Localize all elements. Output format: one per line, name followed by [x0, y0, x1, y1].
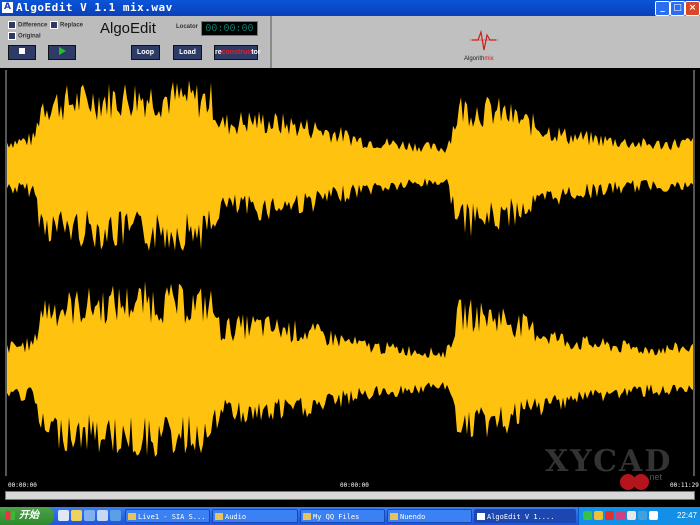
difference-checkbox[interactable]: Difference	[8, 21, 47, 29]
tray-icon[interactable]	[583, 511, 592, 520]
maximize-button[interactable]: □	[670, 1, 685, 16]
checkbox-box[interactable]	[8, 32, 16, 40]
locator-label: Locator	[176, 24, 199, 30]
play-button[interactable]	[48, 45, 76, 60]
checkbox-box[interactable]	[8, 21, 16, 29]
checkbox-label: Difference	[18, 22, 48, 29]
logo-waveform-icon	[470, 29, 498, 51]
logo-text-prefix: Algorith	[464, 56, 485, 62]
task-icon	[477, 513, 485, 520]
folder-icon	[303, 513, 311, 520]
logo-text-highlight: mix	[484, 56, 494, 62]
task-icon	[390, 513, 398, 520]
tray-icon[interactable]	[638, 511, 647, 520]
checkbox-label: Replace	[60, 22, 84, 29]
clock: 22:47	[676, 511, 697, 520]
quick-launch-app-icon[interactable]	[110, 510, 121, 521]
tray-icon[interactable]	[594, 511, 603, 520]
quick-launch-ie-icon[interactable]	[58, 510, 69, 521]
timeline-start: 00:00:00	[8, 482, 37, 489]
reconstructor-button[interactable]: reconstructor	[214, 45, 261, 60]
reconstructor-prefix: re	[215, 49, 222, 56]
timeline-end: 00:11:29	[670, 482, 699, 489]
minimize-button[interactable]: _	[655, 1, 670, 16]
tray-icon[interactable]	[627, 511, 636, 520]
replace-checkbox[interactable]: Replace	[50, 21, 83, 29]
loop-button[interactable]: Loop	[131, 45, 160, 60]
task-icon	[128, 513, 136, 520]
reconstructor-highlight: construc	[221, 49, 252, 56]
transport-section: Difference Replace Original AlgoEdit Loc…	[0, 16, 272, 68]
taskbar: 开始 Live1 - SIA S... Audio My QQ Files Nu…	[0, 507, 700, 525]
start-label: 开始	[19, 510, 39, 521]
watermark-dot	[633, 474, 649, 490]
windows-flag-icon	[6, 510, 15, 520]
stop-icon	[19, 48, 25, 55]
reconstructor-suffix: tor	[251, 49, 261, 56]
original-checkbox[interactable]: Original	[8, 32, 41, 40]
system-tray: 22:47	[578, 507, 700, 525]
taskbar-item[interactable]: Audio	[212, 509, 298, 523]
task-label: Nuendo	[400, 513, 426, 521]
taskbar-item[interactable]: Live1 - SIA S...	[125, 509, 210, 523]
stop-button[interactable]	[8, 45, 36, 60]
algorithmix-logo: Algorithmix	[464, 26, 504, 66]
play-icon	[58, 47, 66, 56]
waveform-channel-2	[7, 281, 693, 457]
task-label: Audio	[225, 513, 247, 521]
quick-launch-desktop-icon[interactable]	[97, 510, 108, 521]
volume-icon[interactable]	[649, 511, 658, 520]
taskbar-item[interactable]: Nuendo	[387, 509, 472, 523]
waveform-channel-1	[7, 80, 693, 251]
locator-display: 00:00:00	[201, 21, 258, 36]
window-title: AlgoEdit V 1.1 mix.wav	[16, 1, 173, 14]
control-panel: Difference Replace Original AlgoEdit Loc…	[0, 16, 700, 68]
start-button[interactable]: 开始	[0, 507, 54, 525]
timeline-middle: 00:00:00	[340, 482, 369, 489]
logo-text: Algorithmix	[464, 56, 494, 62]
taskbar-item-active[interactable]: AlgoEdit V 1....	[474, 509, 576, 523]
watermark-suffix: .net	[647, 472, 663, 482]
task-label: Live1 - SIA S...	[138, 513, 206, 521]
horizontal-scrollbar[interactable]	[5, 491, 695, 500]
close-button[interactable]: ×	[685, 1, 700, 16]
folder-icon	[215, 513, 223, 520]
load-button[interactable]: Load	[173, 45, 202, 60]
quick-launch-explorer-icon[interactable]	[71, 510, 82, 521]
tray-icon[interactable]	[605, 511, 614, 520]
taskbar-item[interactable]: My QQ Files	[300, 509, 385, 523]
tray-icon[interactable]	[616, 511, 625, 520]
app-name: AlgoEdit	[100, 20, 156, 37]
task-label: AlgoEdit V 1....	[487, 513, 555, 521]
checkbox-label: Original	[18, 33, 41, 40]
task-label: My QQ Files	[313, 513, 360, 521]
quick-launch-media-icon[interactable]	[84, 510, 95, 521]
waveform-view[interactable]	[5, 70, 695, 476]
waveform-canvas[interactable]	[7, 70, 693, 476]
watermark: XYCAD .net	[545, 444, 672, 482]
checkbox-box[interactable]	[50, 21, 58, 29]
title-bar: A AlgoEdit V 1.1 mix.wav _ □ ×	[0, 0, 700, 16]
app-icon: A	[2, 2, 13, 13]
